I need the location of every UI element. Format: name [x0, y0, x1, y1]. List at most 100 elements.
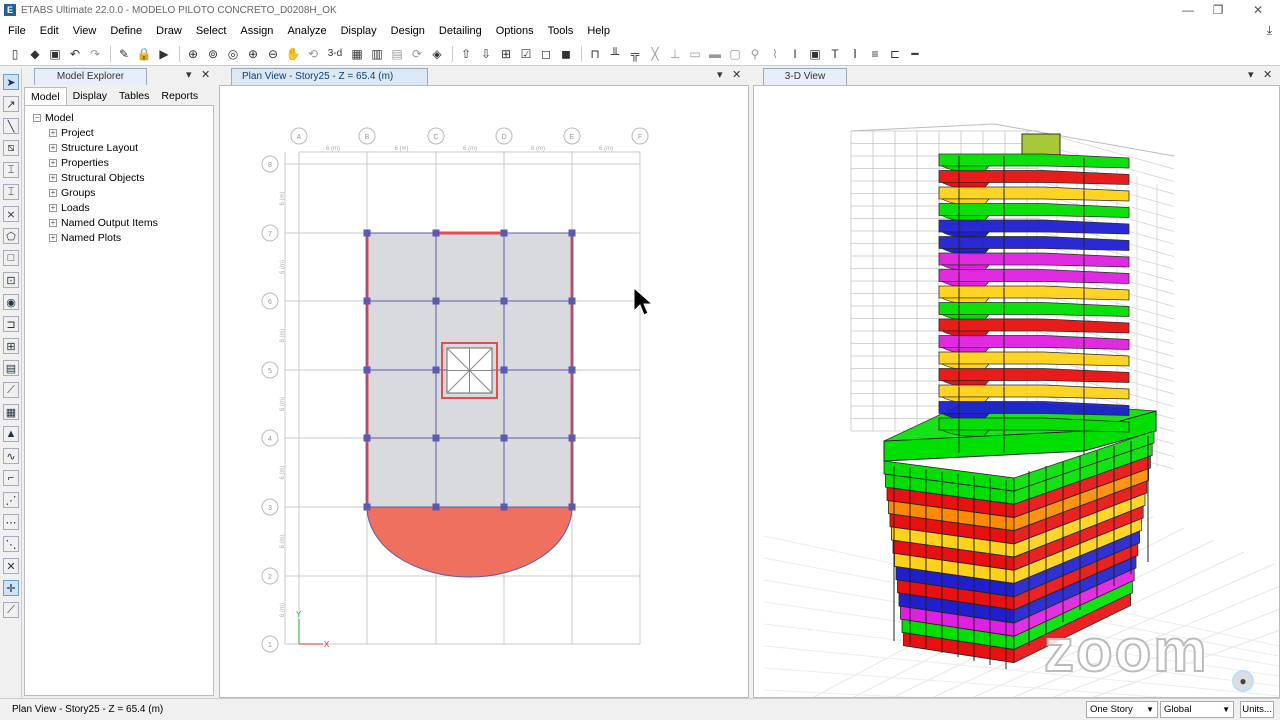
menu-select[interactable]: Select	[189, 20, 234, 42]
pier-label-icon[interactable]: Ⅰ	[846, 45, 864, 63]
undo-icon[interactable]: ↶	[66, 45, 84, 63]
draw-beam-icon[interactable]: ⧅	[3, 140, 19, 156]
snap-grid-icon[interactable]: ✛	[3, 580, 19, 596]
zoom-out-icon[interactable]: ⊖	[264, 45, 282, 63]
tree-item-groups[interactable]: + Groups	[25, 185, 213, 200]
draw-tower-icon[interactable]: ▲	[3, 426, 19, 442]
move-down-icon[interactable]: ⇩	[477, 45, 495, 63]
wall-icon[interactable]: ▬	[706, 45, 724, 63]
rotate-icon[interactable]: ⟲	[304, 45, 322, 63]
joint-icon[interactable]: ⊥	[666, 45, 684, 63]
xz-view-icon[interactable]: ▤	[388, 45, 406, 63]
expand-icon[interactable]: +	[49, 188, 57, 197]
section-i-icon[interactable]: I	[786, 45, 804, 63]
tab-reports[interactable]: Reports	[155, 87, 204, 105]
link-icon[interactable]: ⚲	[746, 45, 764, 63]
checkbox-icon[interactable]: ☑	[517, 45, 535, 63]
draw-tendon-icon[interactable]: ∿	[3, 448, 19, 464]
menu-tools[interactable]: Tools	[541, 20, 581, 42]
tree-root-model[interactable]: − Model	[25, 110, 213, 125]
move-up-icon[interactable]: ⇧	[457, 45, 475, 63]
beam-icon[interactable]: ╦	[626, 45, 644, 63]
menu-detailing[interactable]: Detailing	[432, 20, 489, 42]
load-pattern-icon[interactable]: ≡	[866, 45, 884, 63]
reshape-icon[interactable]: ↗	[3, 96, 19, 112]
grid-options-icon[interactable]: ⊞	[497, 45, 515, 63]
3d-canvas[interactable]: zoom ●	[753, 85, 1280, 698]
select-previous-icon[interactable]: ⋯	[3, 514, 19, 530]
draw-column-icon[interactable]: ⌶	[3, 162, 19, 178]
object-shrink-icon[interactable]: ◻	[537, 45, 555, 63]
plan-view-tab[interactable]: Plan View - Story25 - Z = 65.4 (m)	[231, 68, 428, 85]
explorer-dropdown-icon[interactable]: ▾	[186, 68, 192, 81]
tab-tables[interactable]: Tables	[113, 87, 155, 105]
new-model-icon[interactable]: ▯	[6, 45, 24, 63]
expand-icon[interactable]: +	[49, 203, 57, 212]
tree-item-named-output-items[interactable]: + Named Output Items	[25, 215, 213, 230]
story-option-select[interactable]: One Story ▼	[1086, 701, 1158, 718]
snap-line-icon[interactable]: ⟋	[3, 602, 19, 618]
tree-item-project[interactable]: + Project	[25, 125, 213, 140]
pointer-select-icon[interactable]: ➤	[3, 74, 19, 90]
tab-model[interactable]: Model	[24, 87, 67, 105]
menu-analyze[interactable]: Analyze	[280, 20, 333, 42]
column-icon[interactable]: ╨	[606, 45, 624, 63]
frame-section-icon[interactable]: T	[826, 45, 844, 63]
zoom-in-icon[interactable]: ⊕	[244, 45, 262, 63]
tree-item-structure-layout[interactable]: + Structure Layout	[25, 140, 213, 155]
draw-line-icon[interactable]: ╲	[3, 118, 19, 134]
draw-dimension-icon[interactable]: ⟋	[3, 382, 19, 398]
draw-frame-icon[interactable]: ⊓	[586, 45, 604, 63]
plan-canvas[interactable]: A B C D E F 8 7 6 5 4 3 2 1 6 (m) 6 (m) 6 (m) 6 (m) 6 (m)…	[219, 85, 749, 698]
tab-display[interactable]: Display	[67, 87, 113, 105]
draw-brace-icon[interactable]: ⌶	[3, 184, 19, 200]
open-icon[interactable]: ◆	[26, 45, 44, 63]
opening-icon[interactable]: ▢	[726, 45, 744, 63]
3d-model-drawing[interactable]	[754, 86, 1279, 697]
3d-view-tab[interactable]: 3-D View	[763, 68, 847, 85]
brace-icon[interactable]: ╳	[646, 45, 664, 63]
3d-view-icon[interactable]: 3-d	[324, 45, 346, 63]
elevation-view-icon[interactable]: ▥	[368, 45, 386, 63]
close-window-icon[interactable]: ✕	[1240, 0, 1276, 20]
draw-rect-area-icon[interactable]: □	[3, 250, 19, 266]
zoom-previous-icon[interactable]: ◎	[224, 45, 242, 63]
menu-view[interactable]: View	[66, 20, 104, 42]
menu-design[interactable]: Design	[384, 20, 432, 42]
draw-wall-icon[interactable]: ⊐	[3, 316, 19, 332]
redo-icon[interactable]: ↷	[86, 45, 104, 63]
draw-opening-icon[interactable]: ⊞	[3, 338, 19, 354]
snap-options-icon[interactable]: ✕	[3, 558, 19, 574]
menu-edit[interactable]: Edit	[33, 20, 66, 42]
expand-icon[interactable]: +	[49, 128, 57, 137]
slab-icon[interactable]: ▭	[686, 45, 704, 63]
explorer-close-icon[interactable]: ✕	[201, 68, 210, 81]
tree-item-structural-objects[interactable]: + Structural Objects	[25, 170, 213, 185]
draw-section-cut-icon[interactable]: ⌐	[3, 470, 19, 486]
plan-dropdown-icon[interactable]: ▾	[717, 68, 723, 81]
plan-drawing[interactable]: A B C D E F 8 7 6 5 4 3 2 1 6 (m) 6 (m) 6 (m) 6 (m) 6 (m)…	[220, 86, 748, 697]
clear-selection-icon[interactable]: ⋱	[3, 536, 19, 552]
3d-close-icon[interactable]: ✕	[1263, 68, 1272, 81]
tree-item-loads[interactable]: + Loads	[25, 200, 213, 215]
units-button[interactable]: Units...	[1240, 701, 1274, 718]
perspective-icon[interactable]: ◈	[428, 45, 446, 63]
draw-grid-icon[interactable]: ▦	[3, 404, 19, 420]
menu-options[interactable]: Options	[489, 20, 541, 42]
area-section-icon[interactable]: ▣	[806, 45, 824, 63]
draw-x-brace-icon[interactable]: ⨯	[3, 206, 19, 222]
plan-close-icon[interactable]: ✕	[732, 68, 741, 81]
tree-item-named-plots[interactable]: + Named Plots	[25, 230, 213, 245]
plan-view-icon[interactable]: ▦	[348, 45, 366, 63]
collapse-icon[interactable]: −	[33, 113, 41, 122]
zoom-extents-icon[interactable]: ⊚	[204, 45, 222, 63]
pan-icon[interactable]: ✋	[284, 45, 302, 63]
quick-draw-area-icon[interactable]: ⊡	[3, 272, 19, 288]
menu-help[interactable]: Help	[580, 20, 617, 42]
expand-icon[interactable]: +	[49, 158, 57, 167]
expand-icon[interactable]: +	[49, 218, 57, 227]
expand-icon[interactable]: +	[49, 173, 57, 182]
3d-dropdown-icon[interactable]: ▾	[1248, 68, 1254, 81]
select-all-icon[interactable]: ⋰	[3, 492, 19, 508]
cube-icon[interactable]: ◼	[557, 45, 575, 63]
